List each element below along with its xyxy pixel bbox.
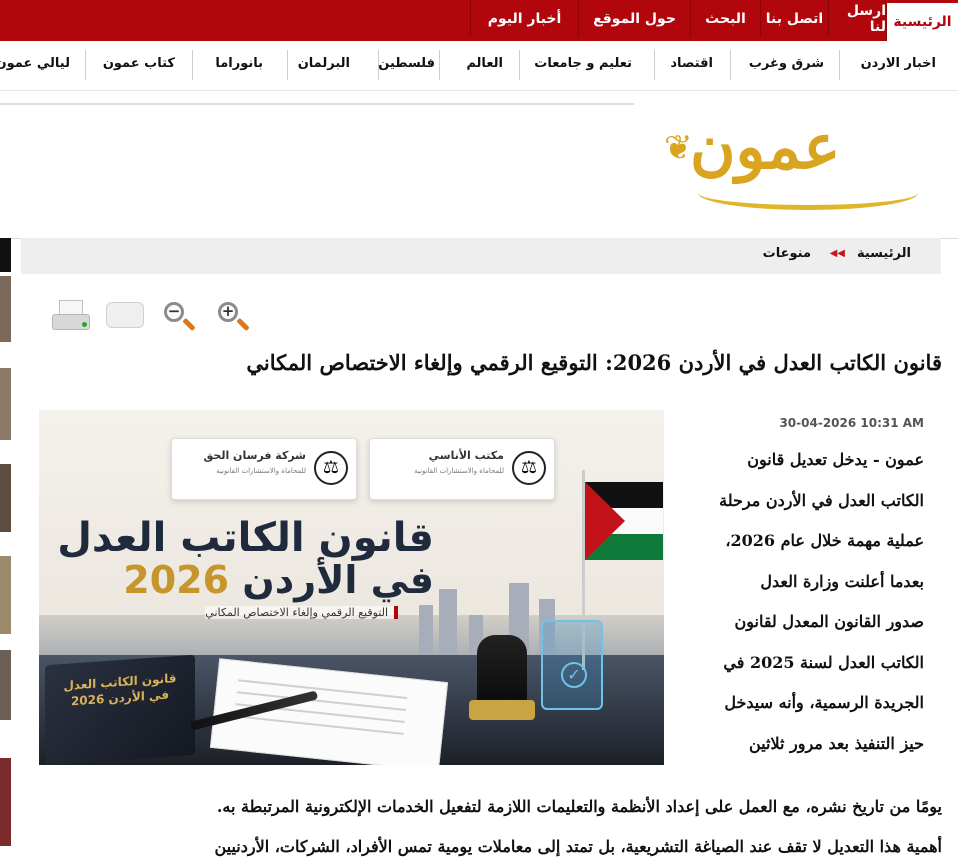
header-divider (0, 103, 634, 105)
nav-separator (85, 50, 86, 80)
side-thumb[interactable] (0, 650, 11, 722)
tab-search[interactable]: البحث (690, 0, 760, 37)
tab-contact[interactable]: اتصل بنا (760, 0, 828, 37)
firm-card-subtitle: للمحاماة والاستشارات القانونية (414, 467, 504, 475)
breadcrumb: الرئيسية ◀◀ منوعات (21, 238, 941, 274)
tab-about[interactable]: حول الموقع (578, 0, 690, 37)
article-line: صدور القانون المعدل لقانون (734, 612, 924, 631)
zoom-out-icon[interactable]: − (158, 296, 202, 340)
tab-today-news[interactable]: أخبار اليوم (470, 0, 578, 37)
nav-separator (654, 50, 655, 80)
site-logo[interactable]: ❦ عمون (664, 110, 940, 216)
article-line: بعدما أعلنت وزارة العدل (760, 571, 924, 591)
nav-separator (287, 50, 288, 80)
article-line: أهمية هذا التعديل لا تقف عند الصياغة الت… (214, 837, 942, 856)
side-thumb[interactable] (0, 464, 11, 534)
nav-item-parliament[interactable]: البرلمان (298, 56, 350, 71)
firm-card-left: ⚖ شركة فرسان الحق للمحاماة والاستشارات ا… (171, 438, 357, 500)
article-body-narrow: عمون - يدخل تعديل قانون الكاتب العدل في … (686, 440, 924, 764)
zoom-in-icon[interactable]: + (212, 296, 256, 340)
article-line: الجريدة الرسمية، وأنه سيدخل (724, 693, 924, 712)
hero-subtitle: التوقيع الرقمي وإلغاء الاختصاص المكاني (205, 606, 398, 619)
hero-title-line2: في الأردن 2026 (123, 558, 434, 602)
nav-separator (839, 50, 840, 80)
side-thumb[interactable] (0, 276, 11, 344)
breadcrumb-home[interactable]: الرئيسية (857, 246, 911, 261)
article-image[interactable]: ⚖ مكتب الأناسي للمحاماة والاستشارات القا… (39, 410, 664, 765)
firm-card-right: ⚖ مكتب الأناسي للمحاماة والاستشارات القا… (369, 438, 555, 500)
logo-sweep (698, 176, 918, 210)
nav-item-education[interactable]: تعليم و جامعات (534, 56, 632, 71)
article-body-wide: يومًا من تاريخ نشره، مع العمل على إعداد … (22, 787, 942, 866)
tab-send-us[interactable]: ارسل لنا (828, 0, 886, 37)
side-thumbnails (0, 238, 11, 866)
article-line: يومًا من تاريخ نشره، مع العمل على إعداد … (216, 797, 942, 816)
article-line: عمون - يدخل تعديل قانون (747, 450, 924, 469)
article-headline: قانون الكاتب العدل في الأردن 2026: التوق… (246, 350, 942, 375)
hero-title-text: في الأردن (242, 558, 434, 602)
side-thumb[interactable] (0, 368, 11, 442)
breadcrumb-category[interactable]: منوعات (763, 246, 811, 261)
law-book: قانون الكاتب العدل في الأردن 2026 (45, 654, 195, 765)
nav-separator (519, 50, 520, 80)
logo-bird-icon: ❦ (664, 128, 693, 168)
stamp-icon (477, 635, 527, 705)
nav-item-jordan-news[interactable]: اخبار الاردن (861, 56, 936, 71)
article-line: الكاتب العدل في الأردن مرحلة (719, 490, 924, 510)
firm-card-title: شركة فرسان الحق (203, 449, 306, 462)
law-book-title: قانون الكاتب العدل في الأردن 2026 (63, 671, 177, 709)
jordan-flag-icon (585, 482, 663, 560)
nav-item-panorama[interactable]: بانوراما (215, 56, 263, 71)
article-line: عملية مهمة خلال عام 2026، (725, 531, 924, 550)
nav-item-economy[interactable]: اقتصاد (670, 56, 713, 71)
breadcrumb-arrow-icon: ◀◀ (829, 248, 845, 259)
nav-separator (439, 50, 440, 80)
article-line: الكاتب العدل لسنة 2025 في (723, 652, 924, 672)
nav-separator (730, 50, 731, 80)
nav-item-world[interactable]: العالم (466, 56, 503, 71)
scales-emblem-icon: ⚖ (512, 451, 546, 485)
top-bar: الرئيسية ارسل لنا اتصل بنا البحث حول الم… (0, 0, 958, 41)
nav-item-palestine[interactable]: فلسطين (378, 56, 435, 71)
tab-home[interactable]: الرئيسية (886, 0, 958, 41)
article-date: 30-04-2026 10:31 AM (779, 416, 924, 430)
nav-separator (378, 50, 379, 80)
stamp-base (469, 700, 535, 720)
nav-item-ammon-nights[interactable]: ليالي عمون (0, 56, 70, 71)
nav-item-ammon-writers[interactable]: كتاب عمون (103, 56, 175, 71)
article-line: حيز التنفيذ بعد مرور ثلاثين (748, 733, 924, 753)
hero-title-year: 2026 (123, 558, 230, 602)
scales-emblem-icon: ⚖ (314, 451, 348, 485)
nav-item-east-west[interactable]: شرق وغرب (749, 56, 824, 71)
firm-card-subtitle: للمحاماة والاستشارات القانونية (216, 467, 306, 475)
side-thumb[interactable] (0, 556, 11, 636)
logo-text: عمون (690, 110, 841, 183)
digital-document-icon: ✓ (541, 620, 603, 710)
category-nav: اخبار الاردن شرق وغرب اقتصاد تعليم و جام… (0, 41, 958, 91)
article-tools: − + (48, 296, 258, 340)
hero-title-line1: قانون الكاتب العدل (57, 515, 434, 561)
comment-icon[interactable] (102, 296, 146, 340)
firm-card-title: مكتب الأناسي (428, 449, 504, 462)
printer-icon[interactable] (48, 296, 92, 340)
side-thumb[interactable] (0, 238, 11, 274)
nav-separator (192, 50, 193, 80)
side-thumb[interactable] (0, 758, 11, 848)
